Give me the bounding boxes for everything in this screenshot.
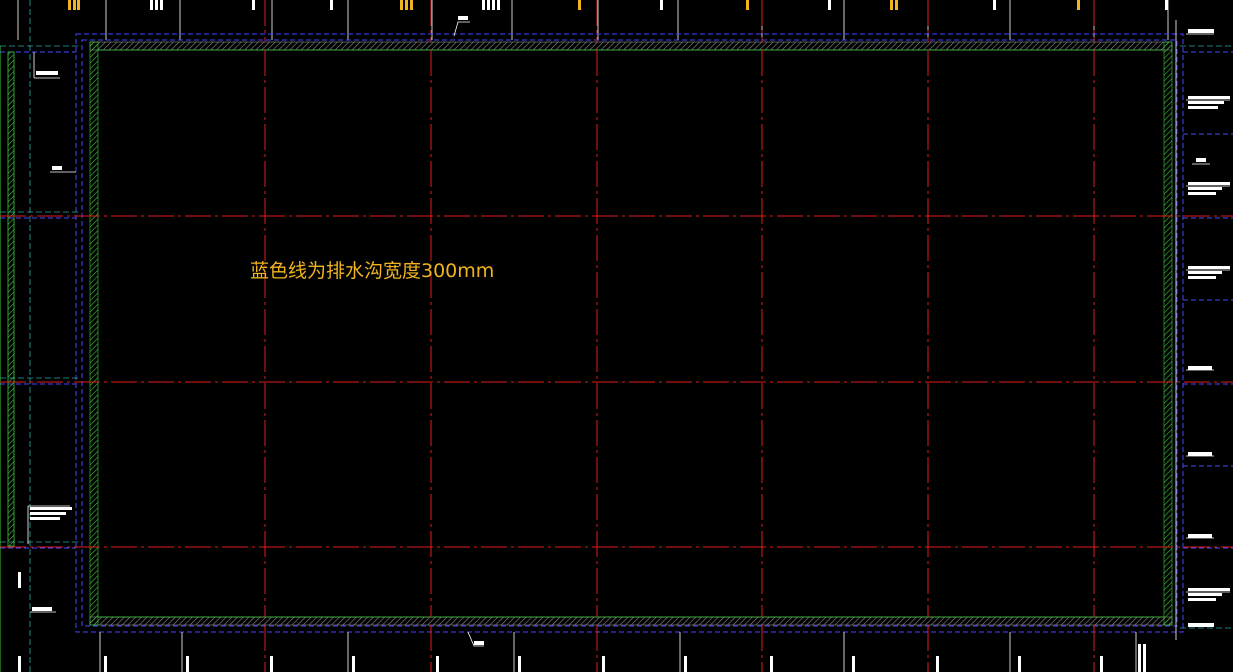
- floor-plan-drawing: [0, 0, 1233, 672]
- cad-canvas[interactable]: 蓝色线为排水沟宽度300mm: [0, 0, 1233, 672]
- right-label-blobs: [1188, 29, 1230, 627]
- center-tag-text: [458, 16, 484, 645]
- left-label-blobs: [18, 71, 72, 611]
- drain-outline: [0, 33, 1233, 633]
- left-annotations: [27, 52, 76, 613]
- left-wall-strip: [0, 46, 15, 672]
- cyan-lines: [0, 0, 1233, 672]
- top-labels: [68, 0, 1168, 10]
- bottom-label-blobs: [18, 644, 1146, 672]
- center-tags: [453, 21, 484, 647]
- axis-grid: [0, 50, 1233, 617]
- drain-width-note: 蓝色线为排水沟宽度300mm: [250, 260, 495, 282]
- wall-frame: [89, 41, 1173, 626]
- bottom-leader-lines: [99, 632, 1137, 672]
- axis-grid-outer: [264, 0, 1095, 672]
